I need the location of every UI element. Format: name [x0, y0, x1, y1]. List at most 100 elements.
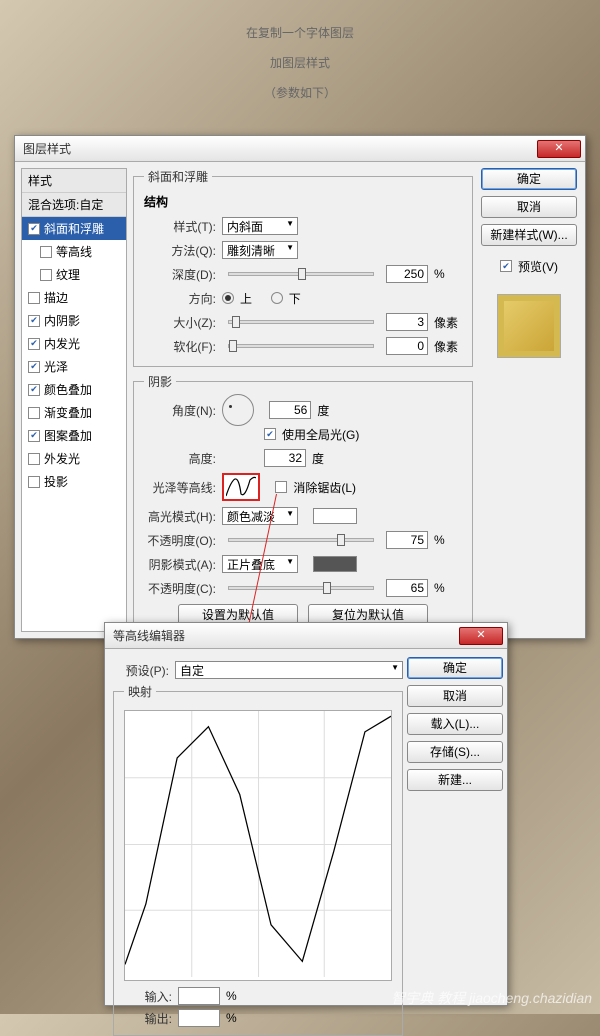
style-item-label: 颜色叠加: [44, 381, 92, 398]
altitude-input[interactable]: [264, 449, 306, 467]
style-item-图案叠加[interactable]: ✔图案叠加: [22, 424, 126, 447]
checkbox-icon[interactable]: ✔: [28, 338, 40, 350]
style-item-纹理[interactable]: 纹理: [22, 263, 126, 286]
style-item-投影[interactable]: 投影: [22, 470, 126, 493]
pct-unit: %: [434, 267, 462, 281]
global-light-check[interactable]: ✔: [264, 428, 276, 440]
checkbox-icon[interactable]: [28, 292, 40, 304]
shading-group: 阴影 角度(N): 度 ✔使用全局光(G) 高度:度 光泽等高线: 消除锯齿(L…: [133, 373, 473, 633]
technique-select[interactable]: 雕刻清晰: [222, 241, 298, 259]
style-item-label: 光泽: [44, 358, 68, 375]
style-item-label: 描边: [44, 289, 68, 306]
mapping-group: 映射 输入:% 输出:%: [113, 683, 403, 1036]
gloss-label: 光泽等高线:: [144, 479, 216, 496]
preset-select[interactable]: 自定: [175, 661, 403, 679]
new-style-button[interactable]: 新建样式(W)...: [481, 224, 577, 246]
dir-down-label: 下: [289, 290, 301, 307]
styles-header[interactable]: 样式: [22, 169, 126, 193]
highlight-opacity-slider[interactable]: [228, 538, 374, 542]
checkbox-icon[interactable]: [40, 246, 52, 258]
deg-unit: 度: [317, 402, 345, 419]
output-field[interactable]: [178, 1009, 220, 1027]
shadow-mode-label: 阴影模式(A):: [144, 556, 216, 573]
checkbox-icon[interactable]: ✔: [28, 223, 40, 235]
preset-label: 预设(P):: [113, 662, 169, 679]
style-item-等高线[interactable]: 等高线: [22, 240, 126, 263]
size-input[interactable]: [386, 313, 428, 331]
style-item-颜色叠加[interactable]: ✔ 颜色叠加: [22, 378, 126, 401]
struct-label: 结构: [144, 193, 462, 210]
highlight-color-swatch[interactable]: [313, 508, 357, 524]
close-icon[interactable]: ✕: [537, 140, 581, 158]
bevel-group: 斜面和浮雕 结构 样式(T):内斜面 方法(Q):雕刻清晰 深度(D):% 方向…: [133, 168, 473, 367]
direction-label: 方向:: [144, 290, 216, 307]
style-item-label: 内发光: [44, 335, 80, 352]
size-slider[interactable]: [228, 320, 374, 324]
dir-down-radio[interactable]: [271, 292, 283, 304]
checkbox-icon[interactable]: [40, 269, 52, 281]
angle-input[interactable]: [269, 401, 311, 419]
style-item-内阴影[interactable]: ✔内阴影: [22, 309, 126, 332]
highlight-opacity-input[interactable]: [386, 531, 428, 549]
style-label: 样式(T):: [144, 218, 216, 235]
checkbox-icon[interactable]: ✔: [28, 361, 40, 373]
output-label: 输出:: [124, 1010, 172, 1027]
ok-button[interactable]: 确定: [407, 657, 503, 679]
watermark: 智宇典 教程 jiaocheng.chazidian: [391, 988, 592, 1008]
altitude-label: 高度:: [144, 450, 216, 467]
deg-unit2: 度: [312, 450, 340, 467]
contour-graph[interactable]: [124, 710, 392, 981]
gloss-contour-picker[interactable]: [222, 473, 260, 501]
style-item-label: 投影: [44, 473, 68, 490]
preview-label: 预览(V): [518, 258, 558, 275]
save-button[interactable]: 存储(S)...: [407, 741, 503, 763]
style-select[interactable]: 内斜面: [222, 217, 298, 235]
depth-slider[interactable]: [228, 272, 374, 276]
close-icon[interactable]: ✕: [459, 627, 503, 645]
titlebar[interactable]: 图层样式 ✕: [15, 136, 585, 162]
instruction-line2: 加图层样式: [0, 48, 600, 78]
dir-up-label: 上: [240, 290, 252, 307]
angle-dial[interactable]: [222, 394, 254, 426]
style-item-label: 外发光: [44, 450, 80, 467]
shadow-opacity-input[interactable]: [386, 579, 428, 597]
checkbox-icon[interactable]: ✔: [28, 430, 40, 442]
cancel-button[interactable]: 取消: [407, 685, 503, 707]
style-item-内发光[interactable]: ✔ 内发光: [22, 332, 126, 355]
style-item-外发光[interactable]: 外发光: [22, 447, 126, 470]
titlebar[interactable]: 等高线编辑器 ✕: [105, 623, 507, 649]
style-item-斜面和浮雕[interactable]: ✔斜面和浮雕: [22, 217, 126, 240]
dialog-title: 等高线编辑器: [113, 627, 459, 644]
ok-button[interactable]: 确定: [481, 168, 577, 190]
shadow-mode-select[interactable]: 正片叠底: [222, 555, 298, 573]
style-item-渐变叠加[interactable]: 渐变叠加: [22, 401, 126, 424]
new-button[interactable]: 新建...: [407, 769, 503, 791]
depth-input[interactable]: [386, 265, 428, 283]
size-label: 大小(Z):: [144, 314, 216, 331]
technique-label: 方法(Q):: [144, 242, 216, 259]
style-item-光泽[interactable]: ✔ 光泽: [22, 355, 126, 378]
checkbox-icon[interactable]: [28, 453, 40, 465]
preview-check[interactable]: ✔: [500, 260, 512, 272]
load-button[interactable]: 载入(L)...: [407, 713, 503, 735]
soften-input[interactable]: [386, 337, 428, 355]
checkbox-icon[interactable]: [28, 407, 40, 419]
preview-swatch: [497, 294, 561, 358]
checkbox-icon[interactable]: ✔: [28, 315, 40, 327]
highlight-mode-select[interactable]: 颜色减淡: [222, 507, 298, 525]
checkbox-icon[interactable]: ✔: [28, 384, 40, 396]
antialias-check[interactable]: [275, 481, 287, 493]
shading-legend: 阴影: [144, 373, 176, 390]
input-label: 输入:: [124, 988, 172, 1005]
dialog-title: 图层样式: [23, 140, 537, 157]
soften-slider[interactable]: [228, 344, 374, 348]
style-item-描边[interactable]: 描边: [22, 286, 126, 309]
dir-up-radio[interactable]: [222, 292, 234, 304]
checkbox-icon[interactable]: [28, 476, 40, 488]
input-field[interactable]: [178, 987, 220, 1005]
shadow-opacity-slider[interactable]: [228, 586, 374, 590]
shadow-color-swatch[interactable]: [313, 556, 357, 572]
global-light-label: 使用全局光(G): [282, 426, 359, 443]
blend-header[interactable]: 混合选项:自定: [22, 193, 126, 217]
cancel-button[interactable]: 取消: [481, 196, 577, 218]
